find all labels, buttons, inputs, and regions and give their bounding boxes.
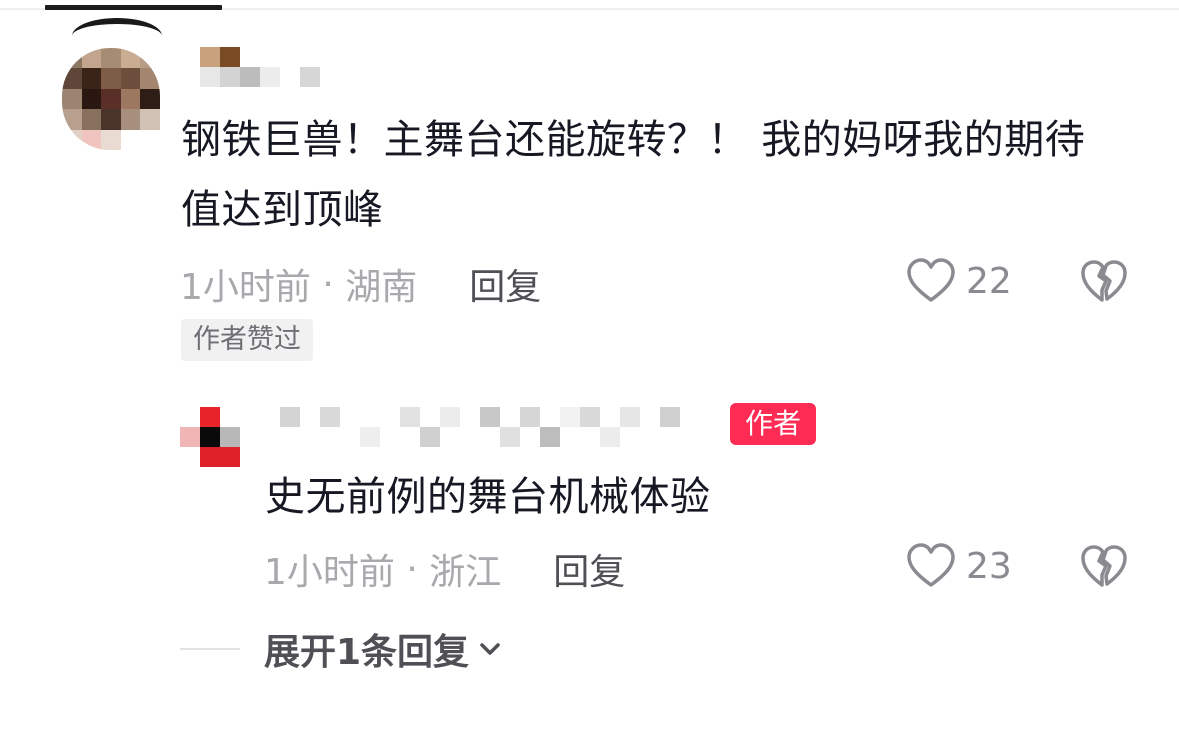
- reply-time: 1小时前: [264, 552, 395, 593]
- meta-separator: ·: [310, 263, 346, 305]
- dislike-button[interactable]: [1080, 260, 1128, 308]
- expand-replies-button[interactable]: 展开1条回复: [180, 624, 503, 674]
- heart-outline-icon: [907, 543, 955, 587]
- comment-location: 湖南: [345, 267, 418, 308]
- tab-indicator: [45, 5, 222, 10]
- broken-heart-icon: [1081, 260, 1127, 302]
- like-count: 22: [966, 260, 1012, 302]
- chevron-down-icon: [480, 643, 500, 655]
- like-button[interactable]: 23: [906, 543, 1012, 589]
- dislike-button[interactable]: [1080, 545, 1128, 593]
- reply-meta: 1小时前 · 浙江 回复: [264, 547, 625, 594]
- reply-button[interactable]: 回复: [553, 543, 625, 595]
- comment-text: 钢铁巨兽！主舞台还能旋转？！ 我的妈呀我的期待值达到顶峰: [181, 117, 1086, 233]
- reply-avatar[interactable]: [180, 407, 240, 467]
- expand-replies-label: 展开1条回复: [264, 632, 470, 673]
- expand-divider: [180, 648, 240, 650]
- username[interactable]: [200, 47, 320, 87]
- broken-heart-icon: [1081, 545, 1127, 587]
- comment-meta: 1小时前 · 湖南 回复: [180, 262, 541, 309]
- heart-outline-icon: [907, 258, 955, 302]
- reply-location: 浙江: [429, 552, 502, 593]
- author-liked-badge: 作者赞过: [181, 319, 313, 361]
- like-count: 23: [966, 545, 1012, 587]
- comment-time: 1小时前: [180, 267, 311, 308]
- reply-username[interactable]: [280, 407, 680, 447]
- meta-separator: ·: [394, 548, 430, 590]
- like-button[interactable]: 22: [906, 258, 1012, 304]
- author-badge: 作者: [730, 403, 816, 445]
- reply-button[interactable]: 回复: [469, 258, 541, 310]
- avatar[interactable]: [62, 48, 160, 150]
- reply-text: 史无前例的舞台机械体验: [265, 474, 711, 520]
